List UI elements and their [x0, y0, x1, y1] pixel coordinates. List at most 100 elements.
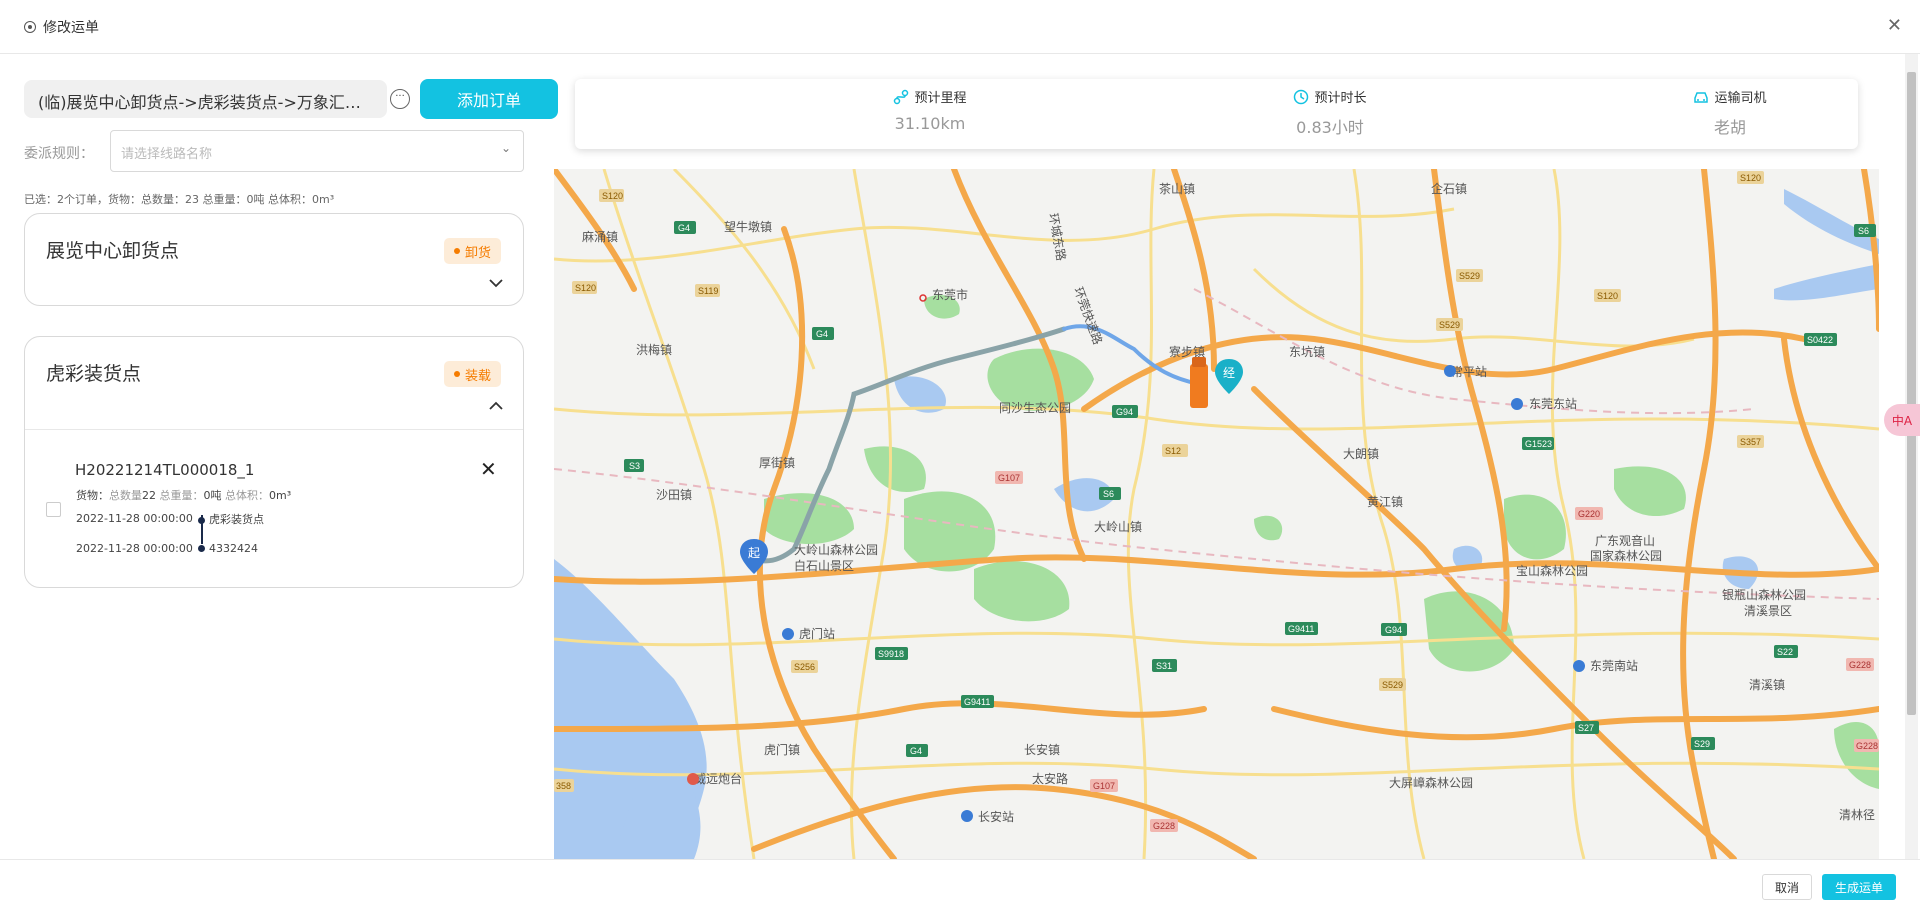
duration-info: 预计时长 0.83小时: [1230, 87, 1430, 138]
svg-text:S22: S22: [1777, 647, 1793, 657]
svg-text:S529: S529: [1439, 320, 1460, 330]
chevron-down-icon: ⌄: [500, 141, 511, 155]
svg-text:白石山景区: 白石山景区: [794, 558, 854, 573]
svg-text:G228: G228: [1153, 821, 1175, 831]
svg-text:经: 经: [1223, 366, 1235, 380]
svg-text:大岭山镇: 大岭山镇: [1094, 520, 1142, 534]
svg-text:G4: G4: [910, 746, 922, 756]
svg-text:S6: S6: [1103, 489, 1114, 499]
truck-icon: [1190, 357, 1208, 408]
svg-text:清溪景区: 清溪景区: [1744, 604, 1792, 618]
rule-placeholder: 请选择线路名称: [121, 147, 213, 162]
close-icon[interactable]: ✕: [1887, 16, 1902, 36]
svg-text:G107: G107: [998, 473, 1020, 483]
svg-text:S12: S12: [1165, 446, 1181, 456]
scrollbar-thumb[interactable]: [1907, 72, 1916, 715]
svg-text:S529: S529: [1382, 680, 1403, 690]
more-icon[interactable]: ···: [390, 89, 410, 109]
route-icon: [894, 89, 909, 104]
order-id: H20221214TL000018_1: [75, 461, 255, 479]
svg-text:沙田镇: 沙田镇: [656, 488, 692, 502]
timeline-line: [201, 515, 203, 544]
stop-card-unload[interactable]: 展览中心卸货点 卸货: [24, 213, 524, 306]
route-info-bar: 预计里程 31.10km 预计时长 0.83小时 运输司机 老胡: [575, 79, 1858, 149]
cancel-button[interactable]: 取消: [1762, 874, 1812, 900]
svg-text:麻涌镇: 麻涌镇: [582, 229, 618, 244]
svg-text:宝山森林公园: 宝山森林公园: [1516, 563, 1588, 578]
route-map[interactable]: 东莞市 茶山镇 企石镇 望牛墩镇 麻涌镇 洪梅镇 寮步镇 东坑镇 常平站 东莞东…: [554, 169, 1879, 859]
order-item: H20221214TL000018_1 ✕ 货物：总数量22 总重量：0吨 总体…: [25, 429, 523, 587]
add-order-button[interactable]: 添加订单: [420, 79, 558, 119]
svg-text:清林径: 清林径: [1839, 808, 1875, 822]
svg-text:银瓶山森林公园: 银瓶山森林公园: [1722, 587, 1806, 602]
chevron-down-icon[interactable]: [489, 276, 503, 292]
stop-tag-badge: 装载: [443, 361, 501, 387]
svg-text:东莞东站: 东莞东站: [1529, 397, 1577, 411]
svg-text:起: 起: [748, 546, 760, 560]
svg-text:S120: S120: [1740, 173, 1761, 183]
svg-text:常平站: 常平站: [1451, 365, 1487, 379]
svg-text:358: 358: [556, 781, 571, 791]
svg-text:大朗镇: 大朗镇: [1343, 447, 1379, 461]
translate-float-icon[interactable]: 中A: [1884, 404, 1920, 436]
stop-tag-badge: 卸货: [443, 238, 501, 264]
distance-value: 31.10km: [894, 113, 966, 133]
svg-text:S357: S357: [1740, 437, 1761, 447]
svg-text:G4: G4: [678, 223, 690, 233]
order-goods: 货物：总数量22 总重量：0吨 总体积：0m³: [76, 489, 292, 502]
remove-order-icon[interactable]: ✕: [480, 457, 497, 481]
svg-text:G94: G94: [1116, 407, 1133, 417]
svg-text:太安路: 太安路: [1032, 771, 1068, 786]
timeline-time: 2022-11-28 00:00:00: [76, 512, 193, 525]
driver-value: 老胡: [1713, 117, 1746, 137]
svg-text:黄江镇: 黄江镇: [1367, 495, 1403, 509]
svg-text:长安站: 长安站: [978, 809, 1014, 824]
stop-name: 展览中心卸货点: [46, 240, 180, 262]
svg-text:S3: S3: [629, 461, 640, 471]
svg-text:S0422: S0422: [1807, 335, 1833, 345]
dialog-header: 修改运单 ✕: [0, 0, 1920, 54]
timeline-dot: [198, 545, 205, 552]
svg-text:G9411: G9411: [1288, 624, 1314, 634]
svg-text:S29: S29: [1694, 739, 1710, 749]
svg-text:东坑镇: 东坑镇: [1289, 344, 1325, 359]
svg-text:东莞南站: 东莞南站: [1590, 658, 1638, 673]
svg-text:同沙生态公园: 同沙生态公园: [999, 401, 1071, 415]
svg-text:G1523: G1523: [1525, 439, 1552, 449]
rule-select[interactable]: 请选择线路名称 ⌄: [110, 130, 524, 172]
chevron-up-icon[interactable]: [489, 399, 503, 415]
clock-icon: [1294, 89, 1309, 104]
svg-text:G4: G4: [816, 329, 828, 339]
svg-text:G228: G228: [1849, 660, 1871, 670]
svg-text:S120: S120: [575, 283, 596, 293]
svg-text:国家森林公园: 国家森林公园: [1590, 548, 1662, 563]
duration-value: 0.83小时: [1296, 117, 1364, 137]
dialog-footer: 取消 生成运单: [0, 859, 1920, 911]
svg-text:威远炮台: 威远炮台: [694, 771, 742, 786]
svg-text:S27: S27: [1578, 723, 1594, 733]
svg-text:大屏嶂森林公园: 大屏嶂森林公园: [1389, 775, 1473, 790]
svg-text:寮步镇: 寮步镇: [1169, 344, 1205, 359]
svg-text:G107: G107: [1093, 781, 1115, 791]
svg-text:S6: S6: [1858, 226, 1869, 236]
svg-text:洪梅镇: 洪梅镇: [636, 342, 672, 357]
svg-text:清溪镇: 清溪镇: [1749, 678, 1785, 692]
order-checkbox[interactable]: [46, 502, 61, 517]
stop-name: 虎彩装货点: [46, 363, 142, 385]
svg-text:S31: S31: [1156, 661, 1172, 671]
timeline-time: 2022-11-28 00:00:00: [76, 542, 193, 555]
generate-waybill-button[interactable]: 生成运单: [1822, 874, 1896, 900]
svg-text:长安镇: 长安镇: [1024, 742, 1060, 757]
distance-info: 预计里程 31.10km: [830, 87, 1030, 133]
svg-text:G220: G220: [1578, 509, 1600, 519]
dialog-title: 修改运单: [43, 19, 99, 36]
svg-text:虎门镇: 虎门镇: [764, 742, 800, 757]
route-summary[interactable]: (临)展览中心卸货点->虎彩装货点->万象汇（...: [24, 80, 387, 118]
car-icon: [1694, 91, 1709, 103]
svg-text:虎门站: 虎门站: [799, 626, 835, 641]
svg-text:S256: S256: [794, 662, 815, 672]
timeline-stop: 4332424: [209, 542, 258, 555]
dialog-icon: [24, 20, 36, 33]
timeline-stop: 虎彩装货点: [209, 513, 264, 526]
svg-text:企石镇: 企石镇: [1431, 181, 1467, 196]
